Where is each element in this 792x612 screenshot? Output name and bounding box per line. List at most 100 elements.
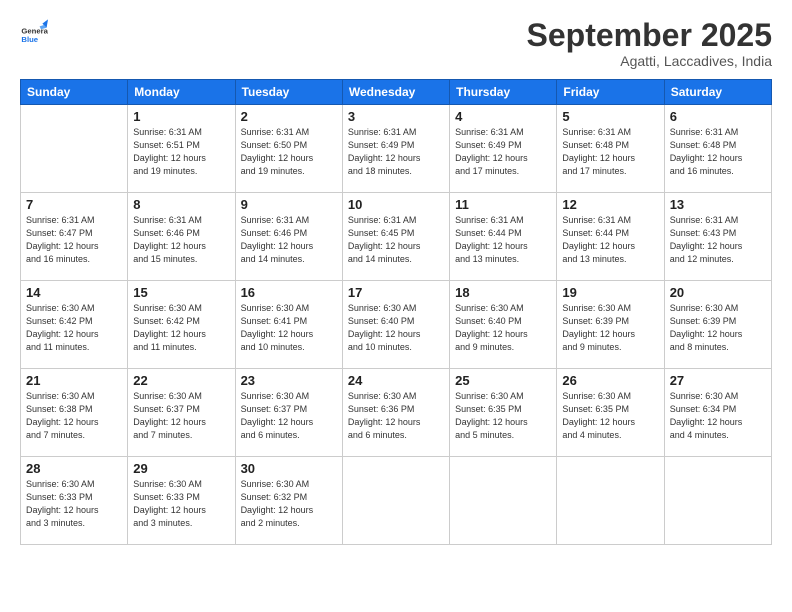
table-row: 27 Sunrise: 6:30 AM Sunset: 6:34 PM Dayli…	[664, 369, 771, 457]
day-number: 10	[348, 197, 444, 212]
day-number: 26	[562, 373, 658, 388]
table-row: 25Sunrise: 6:30 AM Sunset: 6:35 PM Dayli…	[450, 369, 557, 457]
table-row: 15 Sunrise: 6:30 AM Sunset: 6:42 PM Dayli…	[128, 281, 235, 369]
calendar-week-row: 28 Sunrise: 6:30 AM Sunset: 6:33 PM Dayli…	[21, 457, 772, 545]
day-info: Sunrise: 6:30 AM Sunset: 6:37 PM Dayligh…	[241, 390, 337, 442]
day-info: Sunrise: 6:31 AM Sunset: 6:51 PM Dayligh…	[133, 126, 229, 178]
table-row: 3 Sunrise: 6:31 AM Sunset: 6:49 PM Daylig…	[342, 105, 449, 193]
calendar-week-row: 1 Sunrise: 6:31 AM Sunset: 6:51 PM Daylig…	[21, 105, 772, 193]
day-info: Sunrise: 6:30 AM Sunset: 6:33 PM Dayligh…	[26, 478, 122, 530]
table-row: 12Sunrise: 6:31 AM Sunset: 6:44 PM Dayli…	[557, 193, 664, 281]
day-info: Sunrise: 6:30 AM Sunset: 6:33 PM Dayligh…	[133, 478, 229, 530]
logo-icon: General Blue	[20, 18, 48, 46]
logo: General Blue	[20, 18, 48, 46]
day-info: Sunrise: 6:31 AM Sunset: 6:44 PM Dayligh…	[455, 214, 551, 266]
day-number: 14	[26, 285, 122, 300]
day-number: 11	[455, 197, 551, 212]
col-saturday: Saturday	[664, 80, 771, 105]
table-row: 10Sunrise: 6:31 AM Sunset: 6:45 PM Dayli…	[342, 193, 449, 281]
day-info: Sunrise: 6:31 AM Sunset: 6:46 PM Dayligh…	[241, 214, 337, 266]
day-info: Sunrise: 6:30 AM Sunset: 6:40 PM Dayligh…	[455, 302, 551, 354]
day-number: 23	[241, 373, 337, 388]
day-info: Sunrise: 6:30 AM Sunset: 6:40 PM Dayligh…	[348, 302, 444, 354]
day-number: 15	[133, 285, 229, 300]
day-number: 29	[133, 461, 229, 476]
day-number: 27	[670, 373, 766, 388]
table-row	[21, 105, 128, 193]
table-row: 26 Sunrise: 6:30 AM Sunset: 6:35 PM Dayli…	[557, 369, 664, 457]
day-number: 17	[348, 285, 444, 300]
day-number: 18	[455, 285, 551, 300]
table-row: 8 Sunrise: 6:31 AM Sunset: 6:46 PM Daylig…	[128, 193, 235, 281]
calendar-week-row: 7 Sunrise: 6:31 AM Sunset: 6:47 PM Daylig…	[21, 193, 772, 281]
calendar-header-row: Sunday Monday Tuesday Wednesday Thursday…	[21, 80, 772, 105]
col-monday: Monday	[128, 80, 235, 105]
month-title: September 2025	[527, 18, 772, 53]
day-info: Sunrise: 6:30 AM Sunset: 6:38 PM Dayligh…	[26, 390, 122, 442]
table-row	[342, 457, 449, 545]
day-number: 19	[562, 285, 658, 300]
day-info: Sunrise: 6:30 AM Sunset: 6:32 PM Dayligh…	[241, 478, 337, 530]
col-tuesday: Tuesday	[235, 80, 342, 105]
table-row: 19 Sunrise: 6:30 AM Sunset: 6:39 PM Dayli…	[557, 281, 664, 369]
table-row: 21 Sunrise: 6:30 AM Sunset: 6:38 PM Dayli…	[21, 369, 128, 457]
day-info: Sunrise: 6:30 AM Sunset: 6:35 PM Dayligh…	[562, 390, 658, 442]
day-number: 25	[455, 373, 551, 388]
day-info: Sunrise: 6:31 AM Sunset: 6:50 PM Dayligh…	[241, 126, 337, 178]
table-row: 17 Sunrise: 6:30 AM Sunset: 6:40 PM Dayli…	[342, 281, 449, 369]
day-info: Sunrise: 6:30 AM Sunset: 6:42 PM Dayligh…	[133, 302, 229, 354]
table-row: 24 Sunrise: 6:30 AM Sunset: 6:36 PM Dayli…	[342, 369, 449, 457]
day-info: Sunrise: 6:30 AM Sunset: 6:36 PM Dayligh…	[348, 390, 444, 442]
day-info: Sunrise: 6:30 AM Sunset: 6:42 PM Dayligh…	[26, 302, 122, 354]
table-row	[450, 457, 557, 545]
location-subtitle: Agatti, Laccadives, India	[527, 53, 772, 69]
day-number: 24	[348, 373, 444, 388]
day-number: 2	[241, 109, 337, 124]
day-info: Sunrise: 6:30 AM Sunset: 6:37 PM Dayligh…	[133, 390, 229, 442]
day-number: 3	[348, 109, 444, 124]
day-number: 7	[26, 197, 122, 212]
table-row: 11 Sunrise: 6:31 AM Sunset: 6:44 PM Dayli…	[450, 193, 557, 281]
table-row: 29 Sunrise: 6:30 AM Sunset: 6:33 PM Dayli…	[128, 457, 235, 545]
title-block: September 2025 Agatti, Laccadives, India	[527, 18, 772, 69]
day-number: 8	[133, 197, 229, 212]
day-info: Sunrise: 6:30 AM Sunset: 6:34 PM Dayligh…	[670, 390, 766, 442]
day-number: 28	[26, 461, 122, 476]
day-info: Sunrise: 6:31 AM Sunset: 6:49 PM Dayligh…	[348, 126, 444, 178]
table-row: 14 Sunrise: 6:30 AM Sunset: 6:42 PM Dayli…	[21, 281, 128, 369]
table-row: 2 Sunrise: 6:31 AM Sunset: 6:50 PM Daylig…	[235, 105, 342, 193]
col-sunday: Sunday	[21, 80, 128, 105]
table-row: 1 Sunrise: 6:31 AM Sunset: 6:51 PM Daylig…	[128, 105, 235, 193]
day-info: Sunrise: 6:30 AM Sunset: 6:41 PM Dayligh…	[241, 302, 337, 354]
table-row: 30 Sunrise: 6:30 AM Sunset: 6:32 PM Dayli…	[235, 457, 342, 545]
day-info: Sunrise: 6:31 AM Sunset: 6:47 PM Dayligh…	[26, 214, 122, 266]
day-number: 5	[562, 109, 658, 124]
day-info: Sunrise: 6:30 AM Sunset: 6:39 PM Dayligh…	[670, 302, 766, 354]
day-number: 1	[133, 109, 229, 124]
day-info: Sunrise: 6:31 AM Sunset: 6:48 PM Dayligh…	[562, 126, 658, 178]
day-number: 30	[241, 461, 337, 476]
day-number: 13	[670, 197, 766, 212]
day-info: Sunrise: 6:31 AM Sunset: 6:43 PM Dayligh…	[670, 214, 766, 266]
day-info: Sunrise: 6:31 AM Sunset: 6:49 PM Dayligh…	[455, 126, 551, 178]
calendar-week-row: 21 Sunrise: 6:30 AM Sunset: 6:38 PM Dayli…	[21, 369, 772, 457]
table-row: 4 Sunrise: 6:31 AM Sunset: 6:49 PM Daylig…	[450, 105, 557, 193]
day-number: 20	[670, 285, 766, 300]
table-row: 20 Sunrise: 6:30 AM Sunset: 6:39 PM Dayli…	[664, 281, 771, 369]
day-number: 9	[241, 197, 337, 212]
day-number: 21	[26, 373, 122, 388]
day-number: 16	[241, 285, 337, 300]
calendar-week-row: 14 Sunrise: 6:30 AM Sunset: 6:42 PM Dayli…	[21, 281, 772, 369]
col-thursday: Thursday	[450, 80, 557, 105]
table-row: 9 Sunrise: 6:31 AM Sunset: 6:46 PM Daylig…	[235, 193, 342, 281]
svg-text:Blue: Blue	[21, 35, 38, 44]
day-number: 4	[455, 109, 551, 124]
col-friday: Friday	[557, 80, 664, 105]
table-row: 18 Sunrise: 6:30 AM Sunset: 6:40 PM Dayli…	[450, 281, 557, 369]
day-info: Sunrise: 6:30 AM Sunset: 6:39 PM Dayligh…	[562, 302, 658, 354]
day-info: Sunrise: 6:31 AM Sunset: 6:46 PM Dayligh…	[133, 214, 229, 266]
day-number: 22	[133, 373, 229, 388]
table-row	[557, 457, 664, 545]
table-row	[664, 457, 771, 545]
table-row: 13 Sunrise: 6:31 AM Sunset: 6:43 PM Dayli…	[664, 193, 771, 281]
